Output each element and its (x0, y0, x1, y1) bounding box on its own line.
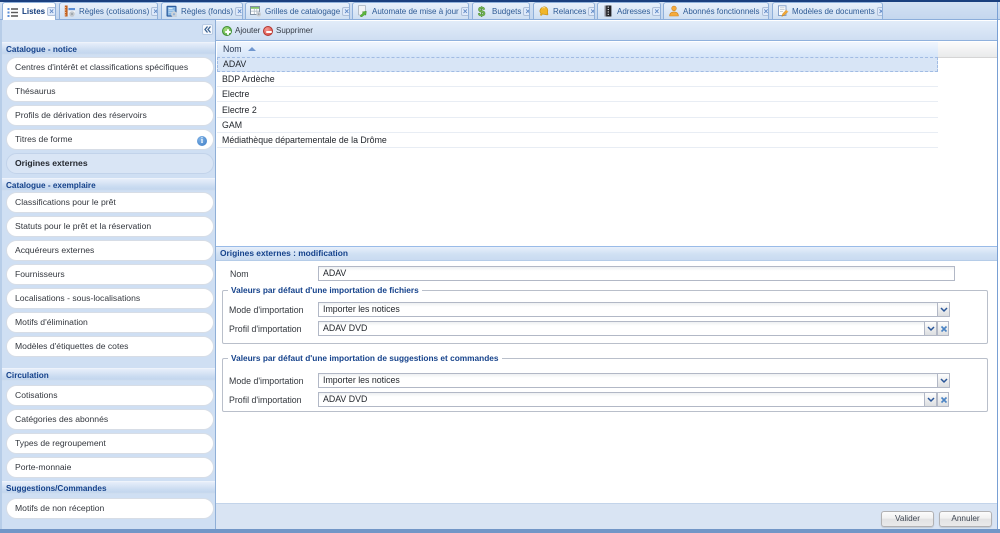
svg-text:$: $ (478, 5, 486, 17)
